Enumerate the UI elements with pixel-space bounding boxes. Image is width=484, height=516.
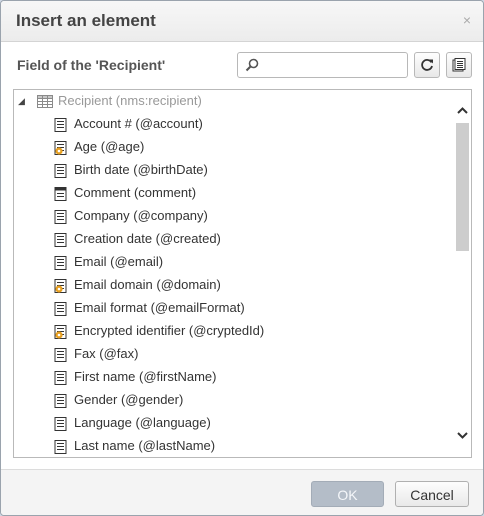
field-icon [54,393,67,415]
field-icon [54,255,67,277]
tree-item-label: Comment (comment) [74,185,197,200]
dialog-title: Insert an element [16,11,156,30]
tree-item-label: Company (@company) [74,208,208,223]
dialog-title-bar: Insert an element × [1,1,483,42]
search-icon [245,58,259,72]
dialog-footer: OK Cancel [1,469,483,515]
refresh-button[interactable] [414,52,440,78]
cancel-button[interactable]: Cancel [395,481,469,507]
tree-item-label: Creation date (@created) [74,231,221,246]
table-icon [37,95,53,108]
vertical-scrollbar[interactable] [454,90,471,457]
scrollbar-thumb[interactable] [456,123,469,251]
search-input[interactable] [264,55,406,77]
ok-button[interactable]: OK [311,481,384,507]
tree-item-label: Language (@language) [74,415,211,430]
scroll-down-icon[interactable] [456,428,469,442]
element-field-icon [54,186,67,208]
tree-item-label: Email format (@emailFormat) [74,300,245,315]
computed-field-icon [54,140,67,162]
tree-item-label: Fax (@fax) [74,346,139,361]
tree-item-label: Account # (@account) [74,116,203,131]
field-icon [54,370,67,392]
list-icon [452,58,466,72]
tree-item-label: Email domain (@domain) [74,277,221,292]
computed-field-icon [54,278,67,300]
field-icon [54,347,67,369]
tree-item-label: Email (@email) [74,254,164,269]
field-icon [54,301,67,323]
field-icon [54,439,67,457]
close-icon[interactable]: × [463,12,471,28]
field-label: Field of the 'Recipient' [17,57,166,73]
field-icon [54,117,67,139]
tree-item-label: Age (@age) [74,139,145,154]
tree-item-label: Gender (@gender) [74,392,184,407]
field-icon [54,232,67,254]
computed-field-icon [54,324,67,346]
field-icon [54,209,67,231]
tree-item-label: Encrypted identifier (@cryptedId) [74,323,265,338]
field-icon [54,416,67,438]
tree-item-label: First name (@firstName) [74,369,217,384]
tree-item-label: Birth date (@birthDate) [74,162,208,177]
insert-element-dialog: Insert an element × Field of the 'Recipi… [0,0,484,516]
scroll-up-icon[interactable] [456,104,469,118]
search-box[interactable] [237,52,408,78]
tree-item-label: Last name (@lastName) [74,438,216,453]
field-tree[interactable]: ◢ Recipient (nms:recipient) Account # (@… [13,89,472,458]
collapse-arrow-icon[interactable]: ◢ [18,90,25,112]
tree-root-label: Recipient (nms:recipient) [58,93,202,108]
refresh-icon [421,59,433,71]
list-view-button[interactable] [446,52,472,78]
field-icon [54,163,67,185]
